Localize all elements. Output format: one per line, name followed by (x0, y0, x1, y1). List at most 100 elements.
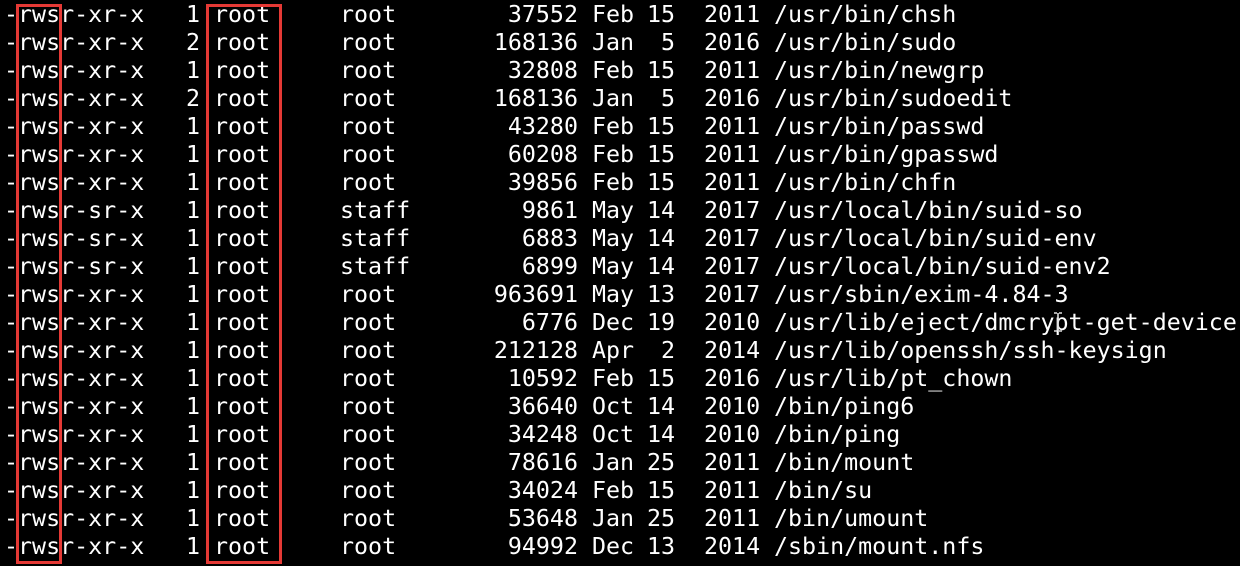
day: 14 (647, 421, 676, 448)
year: 2017 (704, 197, 761, 224)
group: root (340, 533, 397, 560)
permissions: -rwsr-xr-x (4, 337, 145, 364)
permissions: -rwsr-xr-x (4, 141, 145, 168)
file-size: 60208 (507, 141, 578, 168)
day: 13 (647, 533, 676, 560)
day: 14 (647, 225, 676, 252)
file-path: /usr/sbin/exim-4.84-3 (774, 281, 1069, 308)
permissions: -rwsr-xr-x (4, 57, 145, 84)
month: Feb (592, 141, 635, 168)
month: Dec (592, 533, 635, 560)
year: 2010 (704, 309, 761, 336)
month: Dec (592, 309, 635, 336)
permissions: -rwsr-xr-x (4, 505, 145, 532)
file-size: 6776 (521, 309, 578, 336)
link-count: 1 (186, 393, 201, 420)
group: root (340, 141, 397, 168)
owner: root (214, 169, 271, 196)
group: root (340, 477, 397, 504)
link-count: 1 (186, 113, 201, 140)
file-size: 53648 (507, 505, 578, 532)
year: 2011 (704, 505, 761, 532)
day: 5 (660, 29, 675, 56)
link-count: 1 (186, 533, 201, 560)
file-path: /bin/su (774, 477, 873, 504)
group: staff (340, 253, 411, 280)
link-count: 1 (186, 505, 201, 532)
day: 15 (647, 477, 676, 504)
group: root (340, 337, 397, 364)
file-path: /usr/bin/chsh (774, 1, 957, 28)
month: May (592, 253, 635, 280)
permissions: -rwsr-xr-x (4, 1, 145, 28)
link-count: 1 (186, 1, 201, 28)
year: 2017 (704, 225, 761, 252)
day: 14 (647, 393, 676, 420)
owner: root (214, 253, 271, 280)
permissions: -rwsr-xr-x (4, 533, 145, 560)
day: 13 (647, 281, 676, 308)
link-count: 1 (186, 365, 201, 392)
day: 25 (647, 505, 676, 532)
permissions: -rwsr-xr-x (4, 281, 145, 308)
link-count: 1 (186, 169, 201, 196)
owner: root (214, 141, 271, 168)
day: 14 (647, 197, 676, 224)
year: 2011 (704, 113, 761, 140)
year: 2016 (704, 85, 761, 112)
permissions: -rwsr-sr-x (4, 253, 145, 280)
file-path: /bin/mount (774, 449, 915, 476)
day: 15 (647, 365, 676, 392)
group: root (340, 309, 397, 336)
file-size: 78616 (507, 449, 578, 476)
group: staff (340, 197, 411, 224)
owner: root (214, 477, 271, 504)
day: 15 (647, 57, 676, 84)
group: root (340, 1, 397, 28)
group: root (340, 85, 397, 112)
month: Jan (592, 85, 635, 112)
terminal-window[interactable]: -rwsr-xr-x 1 root root 37552 Feb 15 2011/usr/bi… (0, 0, 1240, 566)
month: Feb (592, 57, 635, 84)
link-count: 1 (186, 477, 201, 504)
file-size: 32808 (507, 57, 578, 84)
year: 2011 (704, 1, 761, 28)
owner: root (214, 337, 271, 364)
owner: root (214, 57, 271, 84)
permissions: -rwsr-xr-x (4, 29, 145, 56)
month: May (592, 197, 635, 224)
year: 2011 (704, 449, 761, 476)
file-path: /usr/lib/pt_chown (774, 365, 1013, 392)
permissions: -rwsr-sr-x (4, 225, 145, 252)
year: 2014 (704, 533, 761, 560)
file-size: 963691 (493, 281, 578, 308)
month: May (592, 225, 635, 252)
permissions: -rwsr-xr-x (4, 421, 145, 448)
day: 14 (647, 253, 676, 280)
day: 15 (647, 113, 676, 140)
owner: root (214, 1, 271, 28)
group: root (340, 113, 397, 140)
link-count: 1 (186, 337, 201, 364)
day: 15 (647, 141, 676, 168)
group: staff (340, 225, 411, 252)
day: 19 (647, 309, 676, 336)
file-path: /usr/local/bin/suid-env (774, 225, 1097, 252)
owner: root (214, 365, 271, 392)
file-size: 6899 (521, 253, 578, 280)
year: 2010 (704, 393, 761, 420)
file-path: /usr/local/bin/suid-so (774, 197, 1083, 224)
file-path: /usr/bin/sudo (774, 29, 957, 56)
file-size: 168136 (493, 85, 578, 112)
year: 2011 (704, 57, 761, 84)
link-count: 2 (186, 29, 201, 56)
file-path: /usr/bin/passwd (774, 113, 985, 140)
month: Feb (592, 477, 635, 504)
owner: root (214, 197, 271, 224)
file-path: /usr/bin/chfn (774, 169, 957, 196)
permissions: -rwsr-xr-x (4, 113, 145, 140)
year: 2017 (704, 281, 761, 308)
month: Feb (592, 365, 635, 392)
group: root (340, 29, 397, 56)
file-size: 34024 (507, 477, 578, 504)
